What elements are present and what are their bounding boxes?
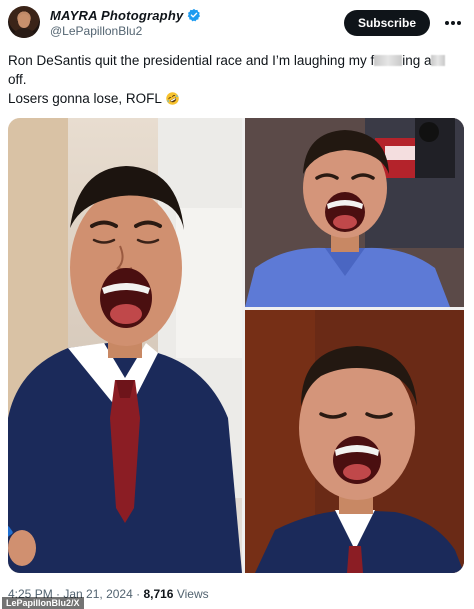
author-handle[interactable]: @LePapillonBlu2 — [50, 24, 142, 38]
tweet-line-1: Ron DeSantis quit the presidential race … — [8, 51, 464, 70]
tweet-text-part-2: ing a — [402, 53, 432, 68]
verified-badge-icon — [188, 8, 201, 22]
photo-bottom-right-illustration — [245, 310, 464, 573]
photo-left[interactable] — [8, 118, 242, 573]
views-label: Views — [176, 587, 209, 601]
avatar-body — [12, 28, 36, 38]
tweet-line-2: Losers gonna lose, ROFL — [8, 89, 464, 108]
subscribe-button[interactable]: Subscribe — [343, 10, 430, 36]
photo-left-illustration — [8, 118, 242, 573]
censored-blur — [374, 55, 403, 66]
tweet-header: MAYRA Photography @LePapillonBlu2 Subscr… — [8, 6, 466, 38]
tweet-text-line-2: Losers gonna lose, ROFL — [8, 91, 162, 106]
tweet-text: Ron DeSantis quit the presidential race … — [8, 51, 464, 108]
rolling-on-floor-laughing-emoji-icon — [166, 92, 179, 105]
tweet-text-part-1: Ron DeSantis quit the presidential race … — [8, 53, 375, 68]
tweet-line-1-tail: off. — [8, 72, 27, 87]
photo-bottom-right[interactable] — [245, 310, 464, 573]
views-count: 8,716 — [143, 587, 174, 601]
photo-top-right-illustration — [245, 118, 464, 307]
censored-blur-2 — [431, 55, 446, 66]
watermark: LePapillonBlu2/X — [2, 597, 84, 609]
avatar[interactable] — [8, 6, 40, 38]
more-horizontal-icon[interactable] — [442, 14, 464, 32]
avatar-face — [18, 14, 30, 28]
photo-top-right[interactable] — [245, 118, 464, 307]
author-display-name[interactable]: MAYRA Photography — [50, 8, 183, 23]
tweet-media-grid[interactable] — [8, 118, 464, 573]
author-name-line[interactable]: MAYRA Photography — [50, 7, 201, 23]
